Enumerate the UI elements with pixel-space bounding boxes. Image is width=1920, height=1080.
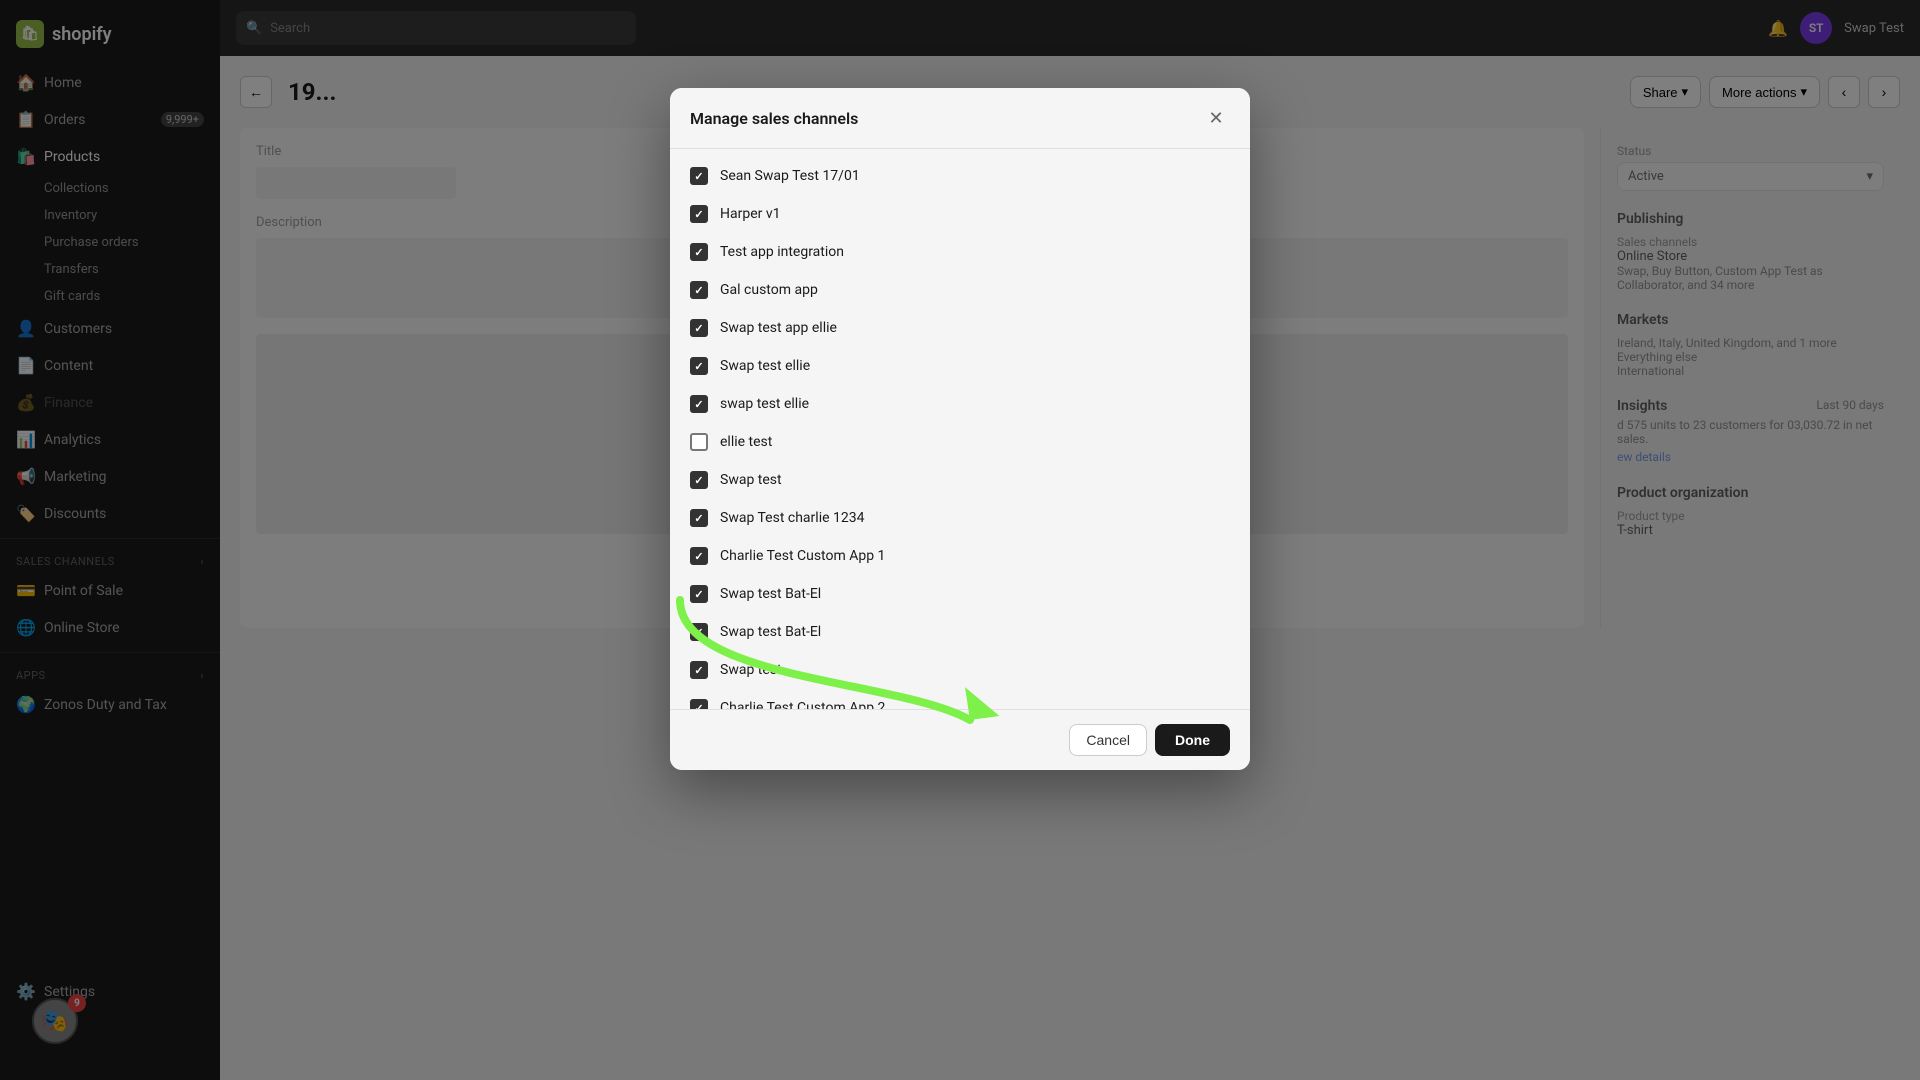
channel-item[interactable]: Swap test: [670, 651, 1250, 689]
channel-checkbox[interactable]: [690, 433, 708, 451]
modal-body: Sean Swap Test 17/01 Harper v1 Test app …: [670, 149, 1250, 709]
channel-checkbox[interactable]: [690, 699, 708, 709]
channel-name: Charlie Test Custom App 1: [720, 548, 885, 564]
channel-checkbox[interactable]: [690, 205, 708, 223]
channel-name: Charlie Test Custom App 2: [720, 700, 885, 709]
cancel-button[interactable]: Cancel: [1069, 724, 1147, 756]
channel-item[interactable]: Swap Test charlie 1234: [670, 499, 1250, 537]
channel-checkbox[interactable]: [690, 319, 708, 337]
modal-close-button[interactable]: ✕: [1202, 104, 1230, 132]
channel-checkbox[interactable]: [690, 471, 708, 489]
modal-footer: Cancel Done: [670, 709, 1250, 770]
channel-item[interactable]: Charlie Test Custom App 2: [670, 689, 1250, 709]
channel-checkbox[interactable]: [690, 357, 708, 375]
channel-checkbox[interactable]: [690, 167, 708, 185]
manage-channels-modal: Manage sales channels ✕ Sean Swap Test 1…: [670, 88, 1250, 770]
channel-checkbox[interactable]: [690, 395, 708, 413]
channel-name: Swap test Bat-El: [720, 586, 821, 602]
channel-name: Swap test: [720, 472, 782, 488]
channel-name: ellie test: [720, 434, 772, 450]
channel-name: Swap test Bat-El: [720, 624, 821, 640]
channel-item[interactable]: ellie test: [670, 423, 1250, 461]
channel-item[interactable]: Swap test: [670, 461, 1250, 499]
channel-checkbox[interactable]: [690, 509, 708, 527]
channel-item[interactable]: Gal custom app: [670, 271, 1250, 309]
done-button[interactable]: Done: [1155, 724, 1230, 756]
channel-item[interactable]: Test app integration: [670, 233, 1250, 271]
channel-checkbox[interactable]: [690, 243, 708, 261]
channel-name: Test app integration: [720, 244, 844, 260]
modal-header: Manage sales channels ✕: [670, 88, 1250, 149]
channel-item[interactable]: Harper v1: [670, 195, 1250, 233]
channel-checkbox[interactable]: [690, 585, 708, 603]
channel-item[interactable]: Sean Swap Test 17/01: [670, 157, 1250, 195]
channel-checkbox[interactable]: [690, 281, 708, 299]
channel-item[interactable]: Swap test Bat-El: [670, 613, 1250, 651]
channel-name: Swap test: [720, 662, 782, 678]
channel-item[interactable]: Swap test Bat-El: [670, 575, 1250, 613]
channel-item[interactable]: Charlie Test Custom App 1: [670, 537, 1250, 575]
channel-name: swap test ellie: [720, 396, 809, 412]
channel-name: Harper v1: [720, 206, 781, 222]
channel-name: Gal custom app: [720, 282, 818, 298]
channel-checkbox[interactable]: [690, 623, 708, 641]
channel-name: Swap test app ellie: [720, 320, 837, 336]
channel-item[interactable]: swap test ellie: [670, 385, 1250, 423]
channel-checkbox[interactable]: [690, 661, 708, 679]
channel-name: Swap Test charlie 1234: [720, 510, 864, 526]
channel-item[interactable]: Swap test ellie: [670, 347, 1250, 385]
channel-name: Swap test ellie: [720, 358, 810, 374]
channel-name: Sean Swap Test 17/01: [720, 168, 860, 184]
channel-checkbox[interactable]: [690, 547, 708, 565]
channel-item[interactable]: Swap test app ellie: [670, 309, 1250, 347]
modal-title: Manage sales channels: [690, 109, 858, 128]
